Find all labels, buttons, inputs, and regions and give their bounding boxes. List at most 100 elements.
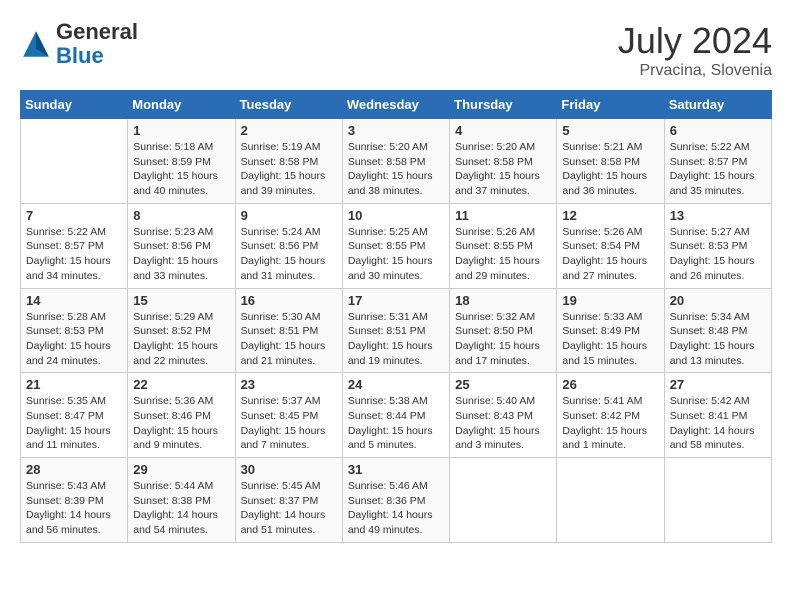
day-number: 8	[133, 208, 229, 223]
day-info: Sunrise: 5:26 AMSunset: 8:54 PMDaylight:…	[562, 225, 658, 284]
day-info: Sunrise: 5:46 AMSunset: 8:36 PMDaylight:…	[348, 479, 444, 538]
day-number: 20	[670, 293, 766, 308]
day-info: Sunrise: 5:41 AMSunset: 8:42 PMDaylight:…	[562, 394, 658, 453]
day-info: Sunrise: 5:27 AMSunset: 8:53 PMDaylight:…	[670, 225, 766, 284]
day-info: Sunrise: 5:20 AMSunset: 8:58 PMDaylight:…	[455, 140, 551, 199]
day-number: 25	[455, 377, 551, 392]
day-number: 7	[26, 208, 122, 223]
day-cell: 23Sunrise: 5:37 AMSunset: 8:45 PMDayligh…	[235, 373, 342, 458]
week-row-4: 21 Sunrise: 5:35 AMSunset: 8:47 PMDayligh…	[21, 373, 772, 458]
day-number: 14	[26, 293, 122, 308]
day-info: Sunrise: 5:31 AMSunset: 8:51 PMDaylight:…	[348, 310, 444, 369]
day-cell: 10 Sunrise: 5:25 AMSunset: 8:55 PMDayligh…	[342, 203, 449, 288]
day-number: 19	[562, 293, 658, 308]
column-header-wednesday: Wednesday	[342, 91, 449, 119]
day-cell: 22Sunrise: 5:36 AMSunset: 8:46 PMDayligh…	[128, 373, 235, 458]
day-cell: 2Sunrise: 5:19 AMSunset: 8:58 PMDaylight…	[235, 119, 342, 204]
week-row-2: 7 Sunrise: 5:22 AMSunset: 8:57 PMDaylight…	[21, 203, 772, 288]
logo: General Blue	[20, 20, 138, 68]
day-cell: 1Sunrise: 5:18 AMSunset: 8:59 PMDaylight…	[128, 119, 235, 204]
day-number: 24	[348, 377, 444, 392]
day-number: 21	[26, 377, 122, 392]
day-number: 29	[133, 462, 229, 477]
day-info: Sunrise: 5:23 AMSunset: 8:56 PMDaylight:…	[133, 225, 229, 284]
day-number: 18	[455, 293, 551, 308]
day-cell: 25 Sunrise: 5:40 AMSunset: 8:43 PMDayligh…	[450, 373, 557, 458]
day-cell: 16 Sunrise: 5:30 AMSunset: 8:51 PMDayligh…	[235, 288, 342, 373]
day-cell	[557, 458, 664, 543]
location: Prvacina, Slovenia	[618, 62, 772, 80]
day-info: Sunrise: 5:21 AMSunset: 8:58 PMDaylight:…	[562, 140, 658, 199]
day-info: Sunrise: 5:42 AMSunset: 8:41 PMDaylight:…	[670, 394, 766, 453]
day-number: 5	[562, 123, 658, 138]
day-cell: 13 Sunrise: 5:27 AMSunset: 8:53 PMDayligh…	[664, 203, 771, 288]
column-header-thursday: Thursday	[450, 91, 557, 119]
day-cell: 4 Sunrise: 5:20 AMSunset: 8:58 PMDaylight…	[450, 119, 557, 204]
day-number: 13	[670, 208, 766, 223]
day-info: Sunrise: 5:43 AMSunset: 8:39 PMDaylight:…	[26, 479, 122, 538]
logo-icon	[20, 28, 52, 60]
day-info: Sunrise: 5:28 AMSunset: 8:53 PMDaylight:…	[26, 310, 122, 369]
day-number: 30	[241, 462, 337, 477]
day-number: 17	[348, 293, 444, 308]
column-header-sunday: Sunday	[21, 91, 128, 119]
day-cell: 8 Sunrise: 5:23 AMSunset: 8:56 PMDaylight…	[128, 203, 235, 288]
day-number: 6	[670, 123, 766, 138]
day-number: 3	[348, 123, 444, 138]
calendar-header-row: SundayMondayTuesdayWednesdayThursdayFrid…	[21, 91, 772, 119]
day-info: Sunrise: 5:30 AMSunset: 8:51 PMDaylight:…	[241, 310, 337, 369]
day-cell: 26Sunrise: 5:41 AMSunset: 8:42 PMDayligh…	[557, 373, 664, 458]
day-cell	[21, 119, 128, 204]
day-cell: 30Sunrise: 5:45 AMSunset: 8:37 PMDayligh…	[235, 458, 342, 543]
day-number: 2	[241, 123, 337, 138]
calendar-table: SundayMondayTuesdayWednesdayThursdayFrid…	[20, 90, 772, 543]
week-row-3: 14 Sunrise: 5:28 AMSunset: 8:53 PMDayligh…	[21, 288, 772, 373]
day-cell: 28Sunrise: 5:43 AMSunset: 8:39 PMDayligh…	[21, 458, 128, 543]
day-number: 11	[455, 208, 551, 223]
day-cell: 18 Sunrise: 5:32 AMSunset: 8:50 PMDayligh…	[450, 288, 557, 373]
day-cell: 5 Sunrise: 5:21 AMSunset: 8:58 PMDaylight…	[557, 119, 664, 204]
day-info: Sunrise: 5:25 AMSunset: 8:55 PMDaylight:…	[348, 225, 444, 284]
day-info: Sunrise: 5:24 AMSunset: 8:56 PMDaylight:…	[241, 225, 337, 284]
title-block: July 2024 Prvacina, Slovenia	[618, 20, 772, 80]
day-info: Sunrise: 5:22 AMSunset: 8:57 PMDaylight:…	[670, 140, 766, 199]
month-year: July 2024	[618, 20, 772, 62]
day-info: Sunrise: 5:38 AMSunset: 8:44 PMDaylight:…	[348, 394, 444, 453]
day-cell	[450, 458, 557, 543]
day-info: Sunrise: 5:32 AMSunset: 8:50 PMDaylight:…	[455, 310, 551, 369]
day-number: 15	[133, 293, 229, 308]
day-info: Sunrise: 5:29 AMSunset: 8:52 PMDaylight:…	[133, 310, 229, 369]
day-number: 10	[348, 208, 444, 223]
day-number: 16	[241, 293, 337, 308]
day-cell: 20 Sunrise: 5:34 AMSunset: 8:48 PMDayligh…	[664, 288, 771, 373]
day-info: Sunrise: 5:34 AMSunset: 8:48 PMDaylight:…	[670, 310, 766, 369]
day-cell: 31Sunrise: 5:46 AMSunset: 8:36 PMDayligh…	[342, 458, 449, 543]
week-row-5: 28Sunrise: 5:43 AMSunset: 8:39 PMDayligh…	[21, 458, 772, 543]
page-header: General Blue July 2024 Prvacina, Sloveni…	[20, 20, 772, 80]
logo-blue: Blue	[56, 43, 104, 68]
day-info: Sunrise: 5:33 AMSunset: 8:49 PMDaylight:…	[562, 310, 658, 369]
day-cell	[664, 458, 771, 543]
day-info: Sunrise: 5:22 AMSunset: 8:57 PMDaylight:…	[26, 225, 122, 284]
day-info: Sunrise: 5:40 AMSunset: 8:43 PMDaylight:…	[455, 394, 551, 453]
day-info: Sunrise: 5:18 AMSunset: 8:59 PMDaylight:…	[133, 140, 229, 199]
day-number: 22	[133, 377, 229, 392]
logo-general: General	[56, 19, 138, 44]
day-cell: 19 Sunrise: 5:33 AMSunset: 8:49 PMDayligh…	[557, 288, 664, 373]
logo-text: General Blue	[56, 20, 138, 68]
day-cell: 21 Sunrise: 5:35 AMSunset: 8:47 PMDayligh…	[21, 373, 128, 458]
day-cell: 24 Sunrise: 5:38 AMSunset: 8:44 PMDayligh…	[342, 373, 449, 458]
day-info: Sunrise: 5:26 AMSunset: 8:55 PMDaylight:…	[455, 225, 551, 284]
day-info: Sunrise: 5:35 AMSunset: 8:47 PMDaylight:…	[26, 394, 122, 453]
day-cell: 7 Sunrise: 5:22 AMSunset: 8:57 PMDaylight…	[21, 203, 128, 288]
week-row-1: 1Sunrise: 5:18 AMSunset: 8:59 PMDaylight…	[21, 119, 772, 204]
day-cell: 14 Sunrise: 5:28 AMSunset: 8:53 PMDayligh…	[21, 288, 128, 373]
day-cell: 6 Sunrise: 5:22 AMSunset: 8:57 PMDaylight…	[664, 119, 771, 204]
day-info: Sunrise: 5:37 AMSunset: 8:45 PMDaylight:…	[241, 394, 337, 453]
day-cell: 27 Sunrise: 5:42 AMSunset: 8:41 PMDayligh…	[664, 373, 771, 458]
day-number: 4	[455, 123, 551, 138]
day-cell: 12Sunrise: 5:26 AMSunset: 8:54 PMDayligh…	[557, 203, 664, 288]
day-number: 27	[670, 377, 766, 392]
day-cell: 11 Sunrise: 5:26 AMSunset: 8:55 PMDayligh…	[450, 203, 557, 288]
column-header-monday: Monday	[128, 91, 235, 119]
